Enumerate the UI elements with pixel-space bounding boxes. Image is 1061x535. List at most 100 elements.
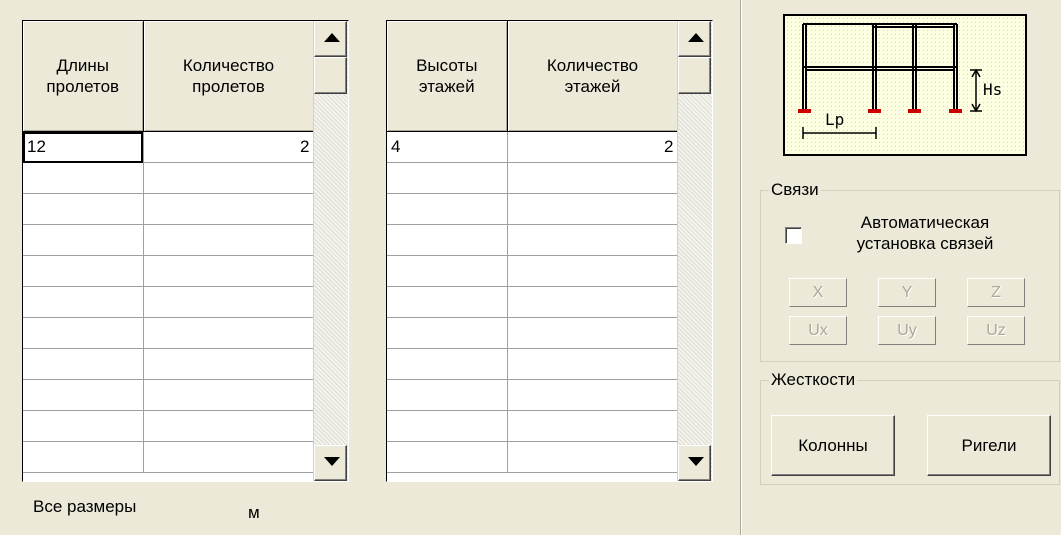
table-cell[interactable]: 2	[507, 131, 679, 163]
spans-table: Длины пролетов Количество пролетов 12 2	[23, 21, 315, 473]
link-uz-button[interactable]: Uz	[967, 316, 1025, 345]
table-cell[interactable]: 4	[387, 131, 508, 163]
beams-button[interactable]: Ригели	[927, 415, 1051, 476]
table-cell[interactable]	[143, 317, 315, 349]
table-row	[387, 441, 679, 473]
table-cell[interactable]	[387, 193, 508, 225]
table-cell[interactable]	[507, 255, 679, 287]
table-cell[interactable]	[23, 162, 144, 194]
table-cell[interactable]	[387, 255, 508, 287]
floors-scroll-down-button[interactable]	[678, 445, 711, 481]
table-cell[interactable]	[23, 224, 144, 256]
floors-vertical-scrollbar[interactable]	[677, 21, 712, 481]
table-cell[interactable]	[507, 441, 679, 473]
table-row	[387, 410, 679, 442]
table-cell[interactable]	[387, 224, 508, 256]
columns-button[interactable]: Колонны	[771, 415, 895, 476]
table-row	[23, 162, 315, 194]
arrow-up-icon	[324, 33, 340, 42]
table-cell[interactable]	[143, 162, 315, 194]
table-cell[interactable]	[387, 348, 508, 380]
table-cell[interactable]	[143, 255, 315, 287]
hs-label: Hs	[983, 80, 1002, 99]
lp-label: Lp	[825, 110, 844, 129]
table-row: 42	[387, 131, 679, 163]
table-row	[23, 441, 315, 473]
table-cell[interactable]	[507, 379, 679, 411]
table-cell[interactable]	[387, 317, 508, 349]
table-cell[interactable]	[507, 224, 679, 256]
floors-scroll-thumb[interactable]	[678, 57, 711, 94]
table-cell[interactable]	[507, 348, 679, 380]
table-row	[387, 162, 679, 194]
table-cell[interactable]	[387, 379, 508, 411]
table-cell[interactable]	[143, 410, 315, 442]
arrow-down-icon	[324, 457, 340, 466]
table-cell[interactable]	[143, 193, 315, 225]
table-cell[interactable]	[23, 286, 144, 318]
table-cell[interactable]	[143, 441, 315, 473]
table-row	[387, 379, 679, 411]
table-row	[387, 255, 679, 287]
link-x-button[interactable]: X	[789, 278, 847, 307]
frame-diagram: Hs Lp	[783, 14, 1027, 156]
table-cell[interactable]	[23, 441, 144, 473]
auto-links-checkbox[interactable]: Автоматическая установка связей	[760, 180, 1060, 260]
table-cell[interactable]	[387, 441, 508, 473]
floors-header-0[interactable]: Высоты этажей	[387, 21, 508, 132]
table-row	[23, 317, 315, 349]
link-z-button[interactable]: Z	[967, 278, 1025, 307]
floors-grid[interactable]: Высоты этажей Количество этажей 42	[386, 20, 713, 482]
table-cell[interactable]	[143, 379, 315, 411]
table-row	[23, 379, 315, 411]
spans-scroll-down-button[interactable]	[314, 445, 347, 481]
table-cell[interactable]	[507, 317, 679, 349]
units-label: м	[248, 503, 260, 522]
floors-header-1[interactable]: Количество этажей	[507, 21, 679, 132]
spans-header-1[interactable]: Количество пролетов	[143, 21, 315, 132]
stiffness-group-title: Жесткости	[771, 370, 856, 389]
table-row	[387, 224, 679, 256]
floors-table: Высоты этажей Количество этажей 42	[387, 21, 679, 473]
table-cell[interactable]	[387, 286, 508, 318]
link-uy-button[interactable]: Uy	[878, 316, 936, 345]
arrow-down-icon	[688, 457, 704, 466]
table-row	[387, 317, 679, 349]
table-cell[interactable]	[23, 348, 144, 380]
table-cell[interactable]	[507, 193, 679, 225]
floors-scroll-up-button[interactable]	[678, 21, 711, 57]
table-row	[23, 410, 315, 442]
table-row	[387, 286, 679, 318]
table-row	[387, 348, 679, 380]
table-row	[23, 286, 315, 318]
spans-vertical-scrollbar[interactable]	[313, 21, 348, 481]
table-row	[23, 224, 315, 256]
table-cell[interactable]	[23, 255, 144, 287]
table-row	[23, 348, 315, 380]
table-cell[interactable]	[507, 286, 679, 318]
table-cell[interactable]: 2	[143, 131, 315, 163]
table-cell[interactable]	[507, 410, 679, 442]
spans-grid[interactable]: Длины пролетов Количество пролетов 12 2	[22, 20, 349, 482]
table-row	[387, 193, 679, 225]
table-cell[interactable]	[507, 162, 679, 194]
link-ux-button[interactable]: Ux	[789, 316, 847, 345]
link-y-button[interactable]: Y	[878, 278, 936, 307]
table-row	[23, 193, 315, 225]
table-cell[interactable]	[387, 410, 508, 442]
table-row: 12 2	[23, 131, 315, 163]
table-cell[interactable]	[143, 286, 315, 318]
spans-header-0[interactable]: Длины пролетов	[23, 21, 144, 132]
table-cell[interactable]	[23, 317, 144, 349]
table-cell[interactable]	[143, 348, 315, 380]
spans-scroll-thumb[interactable]	[314, 57, 347, 94]
table-cell[interactable]	[23, 379, 144, 411]
table-cell[interactable]	[23, 410, 144, 442]
panel-separator	[740, 0, 742, 535]
table-cell[interactable]	[143, 224, 315, 256]
table-cell[interactable]	[387, 162, 508, 194]
spans-scroll-up-button[interactable]	[314, 21, 347, 57]
table-cell[interactable]	[23, 193, 144, 225]
auto-links-label: Автоматическая установка связей	[856, 213, 994, 253]
table-cell[interactable]: 12	[23, 131, 144, 163]
